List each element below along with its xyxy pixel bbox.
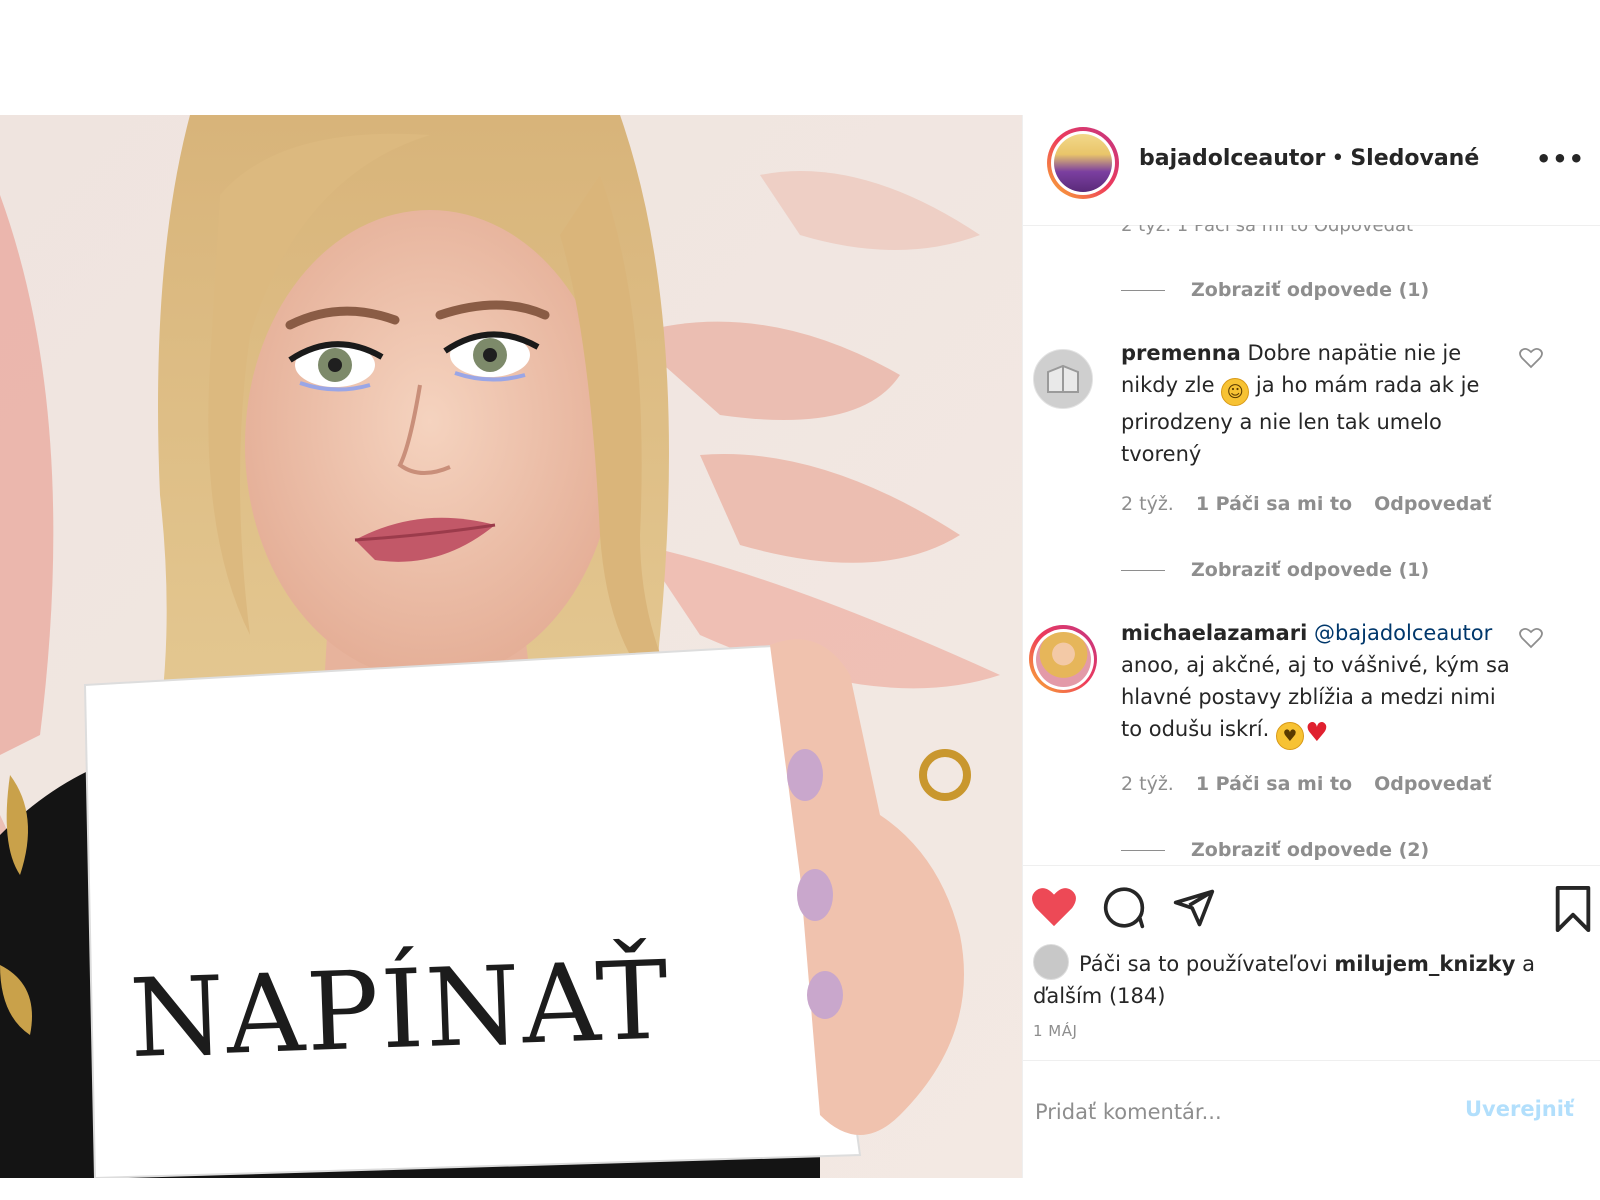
comment-input[interactable] — [1033, 1091, 1457, 1133]
view-replies-label: Zobraziť odpovede (1) — [1191, 279, 1430, 301]
liker-username[interactable]: milujem_knizky — [1334, 952, 1515, 976]
view-replies-button[interactable]: Zobraziť odpovede (1) — [1121, 279, 1429, 301]
comment-time[interactable]: 2 týž. — [1121, 773, 1174, 795]
author-avatar-image — [1054, 134, 1112, 192]
comment-meta: 2 týž. 1 Páči sa mi to Odpovedať — [1121, 773, 1513, 795]
red-heart-emoji-icon: ♥ — [1305, 718, 1329, 748]
clipped-comment-meta: 2 týž. 1 Páči sa mi to Odpovedať — [1121, 225, 1414, 236]
comment-likes[interactable]: 1 Páči sa mi to — [1196, 493, 1352, 515]
share-icon[interactable] — [1171, 886, 1217, 934]
mention-link[interactable]: @bajadolceautor — [1314, 621, 1492, 645]
commenter-avatar-image — [1034, 350, 1092, 408]
comment-likes[interactable]: 1 Páči sa mi to — [1196, 773, 1352, 795]
commenter-avatar-image — [1035, 631, 1091, 687]
view-replies-button[interactable]: Zobraziť odpovede (2) — [1121, 839, 1429, 861]
heart-icon[interactable] — [1031, 886, 1077, 932]
view-replies-label: Zobraziť odpovede (1) — [1191, 559, 1430, 581]
divider-line — [1121, 569, 1165, 571]
sign-text: NAPÍNAŤ — [128, 936, 673, 1082]
reply-button[interactable]: Odpovedať — [1374, 773, 1491, 795]
liker-avatar — [1033, 944, 1069, 980]
grinning-emoji-icon: ☺ — [1221, 378, 1250, 406]
likes-prefix: Páči sa to používateľovi — [1079, 952, 1328, 976]
post-photo[interactable]: NAPÍNAŤ — [0, 115, 1022, 1178]
commenter-avatar[interactable] — [1029, 625, 1097, 693]
post-header: bajadolceautor • Sledované ••• — [1023, 115, 1600, 226]
heart-eyes-emoji-icon: ♥ — [1275, 722, 1304, 750]
post-date[interactable]: 1 MÁJ — [1033, 1022, 1077, 1040]
post-comment-button[interactable]: Uverejniť — [1465, 1097, 1574, 1121]
commenter-username[interactable]: michaelazamari — [1121, 621, 1307, 645]
more-options-button[interactable]: ••• — [1536, 145, 1585, 173]
view-replies-label: Zobraziť odpovede (2) — [1191, 839, 1430, 861]
commenter-avatar[interactable] — [1033, 349, 1093, 409]
author-username[interactable]: bajadolceautor — [1139, 146, 1325, 171]
comment-icon[interactable] — [1101, 886, 1147, 934]
reply-button[interactable]: Odpovedať — [1374, 493, 1491, 515]
separator: • — [1331, 146, 1345, 171]
view-replies-button[interactable]: Zobraziť odpovede (1) — [1121, 559, 1429, 581]
heart-outline-icon[interactable] — [1519, 347, 1543, 375]
comment-text: michaelazamari @bajadolceautor anoo, aj … — [1121, 617, 1511, 750]
author-line: bajadolceautor • Sledované — [1139, 146, 1479, 171]
divider-line — [1121, 849, 1165, 851]
post-image: NAPÍNAŤ — [0, 115, 1022, 1178]
bookmark-icon[interactable] — [1553, 886, 1593, 936]
post-side-panel: bajadolceautor • Sledované ••• 2 týž. 1 Pá… — [1022, 115, 1600, 1178]
divider-line — [1121, 289, 1165, 291]
commenter-username[interactable]: premenna — [1121, 341, 1241, 365]
author-avatar[interactable] — [1047, 127, 1119, 199]
follow-status[interactable]: Sledované — [1350, 146, 1479, 171]
comment-time[interactable]: 2 týž. — [1121, 493, 1174, 515]
post-actions: Páči sa to používateľovi milujem_knizky … — [1023, 865, 1600, 1066]
comment-text: premenna Dobre napätie nie je nikdy zle … — [1121, 337, 1511, 470]
comments-list[interactable]: 2 týž. 1 Páči sa mi to Odpovedať Zobrazi… — [1023, 225, 1600, 865]
comment-meta: 2 týž. 1 Páči sa mi to Odpovedať — [1121, 493, 1513, 515]
likes-summary[interactable]: Páči sa to používateľovi milujem_knizky … — [1033, 944, 1583, 1012]
heart-outline-icon[interactable] — [1519, 627, 1543, 655]
add-comment-bar: Uverejniť — [1023, 1060, 1600, 1178]
